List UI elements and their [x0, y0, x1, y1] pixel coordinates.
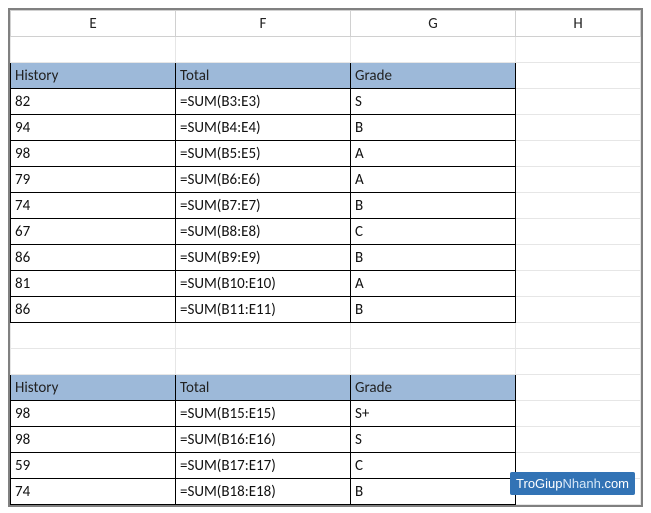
cell-grade[interactable]: B: [351, 479, 516, 505]
table-row: 74 =SUM(B7:E7) B: [11, 193, 641, 219]
table-row: 94 =SUM(B4:E4) B: [11, 115, 641, 141]
table-row: 98 =SUM(B15:E15) S+: [11, 401, 641, 427]
table2-header-row: History Total Grade: [11, 375, 641, 401]
cell-history[interactable]: 86: [11, 297, 176, 323]
cell[interactable]: [176, 323, 351, 349]
cell[interactable]: [516, 219, 641, 245]
table2-header-grade[interactable]: Grade: [351, 375, 516, 401]
cell[interactable]: [516, 245, 641, 271]
cell-grade[interactable]: A: [351, 141, 516, 167]
cell-history[interactable]: 59: [11, 453, 176, 479]
cell[interactable]: [516, 37, 641, 63]
table1-header-row: History Total Grade: [11, 63, 641, 89]
blank-row: [11, 349, 641, 375]
cell[interactable]: [516, 63, 641, 89]
cell-grade[interactable]: B: [351, 193, 516, 219]
cell[interactable]: [351, 323, 516, 349]
cell-grade[interactable]: B: [351, 245, 516, 271]
cell-total[interactable]: =SUM(B10:E10): [176, 271, 351, 297]
table-row: 81 =SUM(B10:E10) A: [11, 271, 641, 297]
blank-row: [11, 37, 641, 63]
cell-total[interactable]: =SUM(B4:E4): [176, 115, 351, 141]
cell-history[interactable]: 98: [11, 141, 176, 167]
table2-header-total[interactable]: Total: [176, 375, 351, 401]
cell[interactable]: [516, 297, 641, 323]
table-row: 82 =SUM(B3:E3) S: [11, 89, 641, 115]
blank-row: [11, 323, 641, 349]
table1-header-history[interactable]: History: [11, 63, 176, 89]
cell-history[interactable]: 81: [11, 271, 176, 297]
cell[interactable]: [351, 37, 516, 63]
col-header-E[interactable]: E: [11, 11, 176, 37]
cell-total[interactable]: =SUM(B9:E9): [176, 245, 351, 271]
cell-history[interactable]: 86: [11, 245, 176, 271]
cell[interactable]: [11, 349, 176, 375]
cell[interactable]: [351, 349, 516, 375]
cell[interactable]: [11, 37, 176, 63]
cell-grade[interactable]: S+: [351, 401, 516, 427]
cell-history[interactable]: 79: [11, 167, 176, 193]
col-header-H[interactable]: H: [516, 11, 641, 37]
cell[interactable]: [11, 323, 176, 349]
table-row: 86 =SUM(B11:E11) B: [11, 297, 641, 323]
cell-history[interactable]: 74: [11, 479, 176, 505]
table1-header-total[interactable]: Total: [176, 63, 351, 89]
cell-history[interactable]: 82: [11, 89, 176, 115]
cell-total[interactable]: =SUM(B16:E16): [176, 427, 351, 453]
cell-total[interactable]: =SUM(B15:E15): [176, 401, 351, 427]
cell[interactable]: [516, 401, 641, 427]
table-row: 98 =SUM(B16:E16) S: [11, 427, 641, 453]
cell[interactable]: [516, 427, 641, 453]
cell-history[interactable]: 98: [11, 401, 176, 427]
cell-grade[interactable]: C: [351, 453, 516, 479]
cell[interactable]: [176, 37, 351, 63]
spreadsheet-grid: E F G H History Total Grade 82 =SUM(B3:E…: [10, 10, 641, 505]
cell-grade[interactable]: C: [351, 219, 516, 245]
cell[interactable]: [516, 141, 641, 167]
cell-total[interactable]: =SUM(B3:E3): [176, 89, 351, 115]
cell[interactable]: [176, 349, 351, 375]
watermark-badge: TroGiupNhanh.com: [510, 472, 635, 495]
table1-header-grade[interactable]: Grade: [351, 63, 516, 89]
table-row: 98 =SUM(B5:E5) A: [11, 141, 641, 167]
cell-grade[interactable]: B: [351, 115, 516, 141]
watermark-part-c: .com: [601, 476, 629, 491]
table-row: 86 =SUM(B9:E9) B: [11, 245, 641, 271]
cell[interactable]: [516, 115, 641, 141]
cell[interactable]: [516, 349, 641, 375]
cell[interactable]: [516, 89, 641, 115]
cell-grade[interactable]: A: [351, 167, 516, 193]
cell-grade[interactable]: S: [351, 89, 516, 115]
cell-total[interactable]: =SUM(B8:E8): [176, 219, 351, 245]
spreadsheet-frame: E F G H History Total Grade 82 =SUM(B3:E…: [8, 8, 643, 507]
cell-total[interactable]: =SUM(B7:E7): [176, 193, 351, 219]
cell[interactable]: [516, 375, 641, 401]
cell-total[interactable]: =SUM(B11:E11): [176, 297, 351, 323]
col-header-G[interactable]: G: [351, 11, 516, 37]
watermark-part-a: TroGiup: [516, 476, 562, 491]
table2-header-history[interactable]: History: [11, 375, 176, 401]
cell[interactable]: [516, 271, 641, 297]
cell[interactable]: [516, 167, 641, 193]
cell-grade[interactable]: S: [351, 427, 516, 453]
cell-grade[interactable]: A: [351, 271, 516, 297]
table-row: 79 =SUM(B6:E6) A: [11, 167, 641, 193]
cell-total[interactable]: =SUM(B17:E17): [176, 453, 351, 479]
cell-history[interactable]: 94: [11, 115, 176, 141]
cell[interactable]: [516, 193, 641, 219]
column-header-row: E F G H: [11, 11, 641, 37]
cell-total[interactable]: =SUM(B6:E6): [176, 167, 351, 193]
cell-total[interactable]: =SUM(B18:E18): [176, 479, 351, 505]
cell-grade[interactable]: B: [351, 297, 516, 323]
cell-total[interactable]: =SUM(B5:E5): [176, 141, 351, 167]
cell-history[interactable]: 74: [11, 193, 176, 219]
cell-history[interactable]: 98: [11, 427, 176, 453]
watermark-part-b: Nhanh: [563, 476, 601, 491]
table-row: 67 =SUM(B8:E8) C: [11, 219, 641, 245]
cell[interactable]: [516, 323, 641, 349]
cell-history[interactable]: 67: [11, 219, 176, 245]
col-header-F[interactable]: F: [176, 11, 351, 37]
